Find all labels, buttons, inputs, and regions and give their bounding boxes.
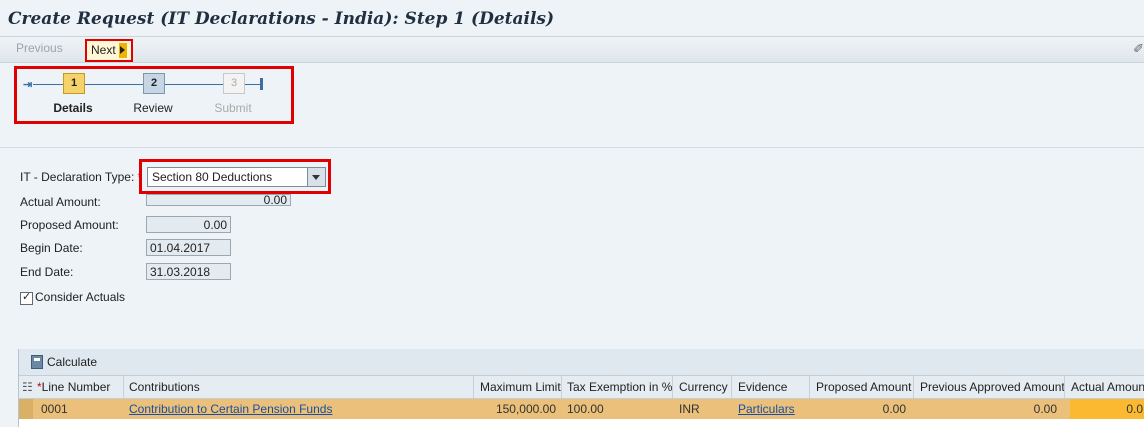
column-header-maximum-limit[interactable]: Maximum Limit [480,380,561,394]
column-header-tax-exemption[interactable]: Tax Exemption in % [567,380,672,394]
cell-actual-amount: 0.0 [1126,402,1143,416]
column-separator [123,376,124,398]
proposed-amount-field: 0.00 [146,216,231,233]
roadmap-line [245,84,261,85]
contribution-link[interactable]: Contribution to Certain Pension Funds [129,402,332,416]
column-header-line-number[interactable]: *Line Number [37,380,110,394]
previous-button[interactable]: Previous [16,41,63,55]
column-header-previous-approved-amount[interactable]: Previous Approved Amount [920,380,1065,394]
declaration-type-highlight: Section 80 Deductions [139,159,331,194]
roadmap-line [165,84,223,85]
table-header: ☷ *Line Number Contributions Maximum Lim… [19,376,1144,399]
column-separator [1064,376,1065,398]
roadmap-line [33,84,63,85]
roadmap: ⇥ 1 2 3 Details Review Submit [14,66,294,124]
column-separator [561,376,562,398]
declaration-type-value: Section 80 Deductions [152,170,273,184]
begin-date-label: Begin Date: [20,241,83,255]
arrow-right-icon [118,43,127,59]
column-header-evidence[interactable]: Evidence [738,380,787,394]
toolbar: Previous Next ✐ [0,36,1144,63]
table-settings-icon[interactable]: ☷ [22,380,33,394]
column-header-line-number-text: Line Number [41,380,111,394]
page-title: Create Request (IT Declarations - India)… [8,9,555,29]
step-review-label: Review [133,101,173,115]
step-details-label: Details [53,101,93,115]
divider [0,147,1144,148]
cell-maximum-limit: 150,000.00 [495,402,556,416]
declaration-type-label-text: IT - Declaration Type: [20,170,135,184]
evidence-link[interactable]: Particulars [738,402,795,416]
end-date-field: 31.03.2018 [146,263,231,280]
personalize-icon[interactable]: ✐ [1133,41,1144,57]
column-separator [913,376,914,398]
column-separator [731,376,732,398]
roadmap-line [85,84,143,85]
chevron-down-icon[interactable] [307,168,325,186]
proposed-amount-label: Proposed Amount: [20,218,119,232]
cell-tax-exemption: 100.00 [567,402,604,416]
cell-proposed-amount: 0.00 [882,402,906,416]
step-review[interactable]: 2 [143,73,165,94]
cell-previous-approved-amount: 0.00 [1033,402,1057,416]
step-submit: 3 [223,73,245,94]
calculate-button[interactable]: Calculate [47,355,97,369]
actual-amount-label: Actual Amount: [20,195,101,209]
column-separator [473,376,474,398]
column-header-contributions[interactable]: Contributions [129,380,200,394]
declaration-type-label: IT - Declaration Type: * [20,170,142,184]
next-button[interactable]: Next [85,39,133,62]
step-details[interactable]: 1 [63,73,85,94]
roadmap-start-icon: ⇥ [23,79,33,91]
row-selector[interactable] [19,399,33,419]
column-header-actual-amount[interactable]: Actual Amount [1071,380,1144,394]
column-separator [809,376,810,398]
column-header-currency[interactable]: Currency [679,380,728,394]
actual-amount-field: 0.00 [146,194,291,206]
table-toolbar: Calculate [19,349,1144,376]
roadmap-end-icon [260,78,263,90]
column-header-proposed-amount[interactable]: Proposed Amount [816,380,911,394]
begin-date-field: 01.04.2017 [146,239,231,256]
end-date-label: End Date: [20,265,74,279]
contributions-table: Calculate ☷ *Line Number Contributions M… [18,349,1144,427]
cell-currency: INR [679,402,700,416]
consider-actuals-checkbox[interactable] [20,290,33,305]
calculator-icon [31,355,43,369]
column-separator [672,376,673,398]
consider-actuals-label: Consider Actuals [35,290,126,304]
declaration-type-dropdown[interactable]: Section 80 Deductions [147,167,326,187]
step-submit-label: Submit [214,101,252,115]
cell-line-number: 0001 [41,402,68,416]
next-label: Next [91,43,116,57]
